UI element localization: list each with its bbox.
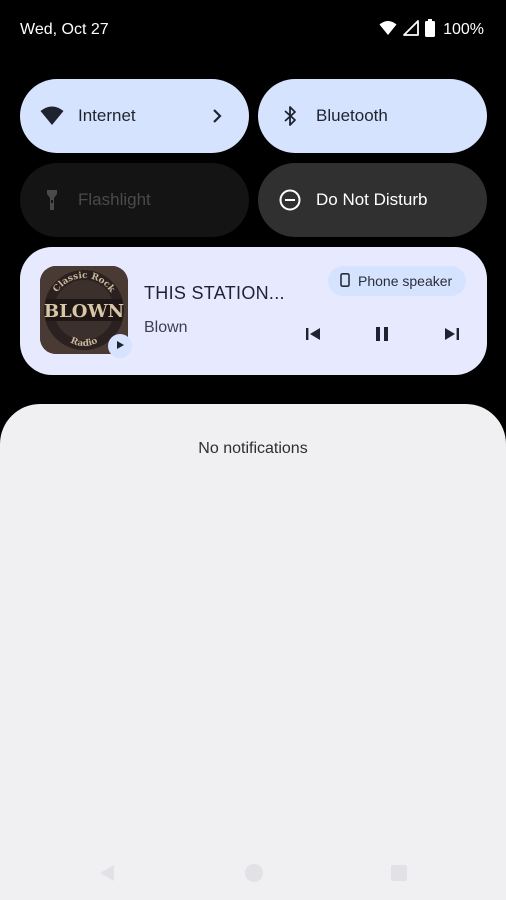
home-icon	[244, 863, 264, 888]
flashlight-tile-label: Flashlight	[78, 190, 151, 209]
next-icon	[443, 325, 461, 348]
back-button[interactable]	[92, 860, 122, 890]
media-artist: Blown	[144, 319, 188, 336]
do-not-disturb-icon	[278, 188, 302, 212]
pause-icon	[373, 325, 391, 348]
pause-button[interactable]	[367, 321, 397, 351]
next-button[interactable]	[437, 321, 467, 351]
do-not-disturb-tile-label: Do Not Disturb	[316, 190, 428, 209]
previous-button[interactable]	[298, 321, 328, 351]
bluetooth-icon	[278, 104, 302, 128]
phone-icon	[340, 272, 350, 290]
play-badge	[108, 334, 132, 358]
album-art-main-text: BLOWN	[44, 301, 124, 322]
do-not-disturb-tile[interactable]: Do Not Disturb	[258, 163, 487, 237]
status-bar: Wed, Oct 27 100%	[0, 0, 506, 60]
notification-shade[interactable]	[0, 404, 506, 900]
navigation-bar	[0, 850, 506, 900]
cellular-signal-icon	[403, 19, 419, 41]
internet-tile-label: Internet	[78, 106, 136, 125]
back-icon	[98, 863, 116, 888]
media-player-card[interactable]: Classic Rock BLOWN Radio THIS STATION...…	[20, 247, 487, 375]
play-icon	[115, 337, 125, 355]
recents-icon	[390, 864, 408, 887]
flashlight-icon	[40, 188, 64, 212]
chevron-right-icon	[205, 104, 229, 128]
media-title: THIS STATION...	[144, 283, 285, 303]
wifi-icon	[40, 104, 64, 128]
internet-tile[interactable]: Internet	[20, 79, 249, 153]
previous-icon	[304, 325, 322, 348]
battery-percent: 100%	[443, 21, 484, 38]
bluetooth-tile-label: Bluetooth	[316, 106, 388, 125]
recents-button[interactable]	[384, 860, 414, 890]
no-notifications-text: No notifications	[198, 440, 308, 457]
wifi-icon	[379, 20, 397, 41]
flashlight-tile[interactable]: Flashlight	[20, 163, 249, 237]
output-device-chip[interactable]: Phone speaker	[328, 266, 466, 296]
bluetooth-tile[interactable]: Bluetooth	[258, 79, 487, 153]
status-icons: 100%	[379, 18, 484, 42]
status-date: Wed, Oct 27	[20, 21, 109, 38]
battery-icon	[425, 18, 436, 42]
home-button[interactable]	[239, 860, 269, 890]
output-device-label: Phone speaker	[358, 273, 453, 289]
